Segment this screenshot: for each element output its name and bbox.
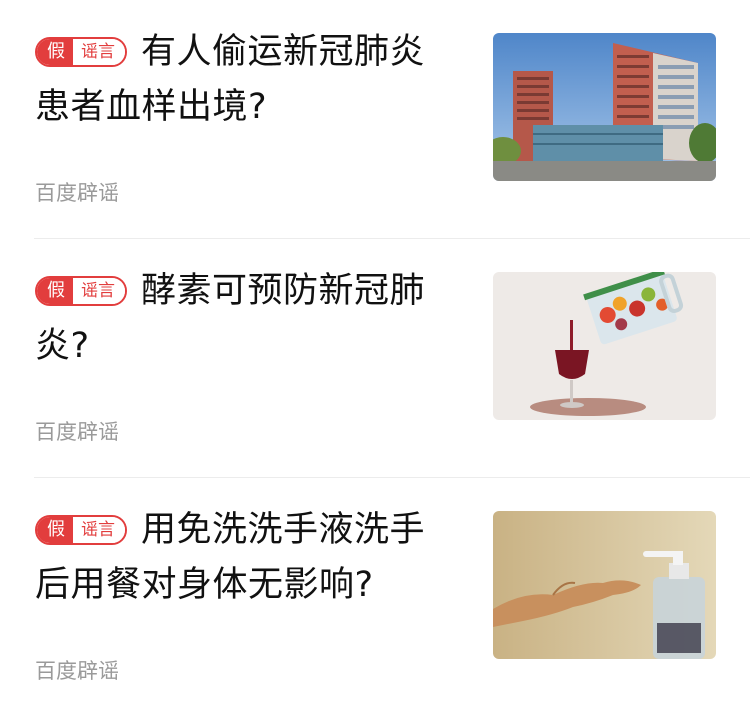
news-card[interactable]: 假 谣言 用免洗洗手液洗手后用餐对身体无影响? 百度辟谣 [0,478,750,716]
hand-sanitizer-image[interactable] [493,511,716,659]
news-source: 百度辟谣 [35,420,119,444]
news-source: 百度辟谣 [35,659,119,683]
news-title[interactable]: 酵素可预防新冠肺炎? [35,264,455,374]
fruit-enzyme-image[interactable] [493,272,716,420]
news-title[interactable]: 用免洗洗手液洗手后用餐对身体无影响? [35,503,455,613]
news-card[interactable]: 假 谣言 有人偷运新冠肺炎患者血样出境? 百度辟谣 [0,0,750,238]
news-card[interactable]: 假 谣言 酵素可预防新冠肺炎? 百度辟谣 [0,239,750,477]
hospital-building-image[interactable] [493,33,716,181]
news-title[interactable]: 有人偷运新冠肺炎患者血样出境? [35,25,455,135]
news-source: 百度辟谣 [35,181,119,205]
